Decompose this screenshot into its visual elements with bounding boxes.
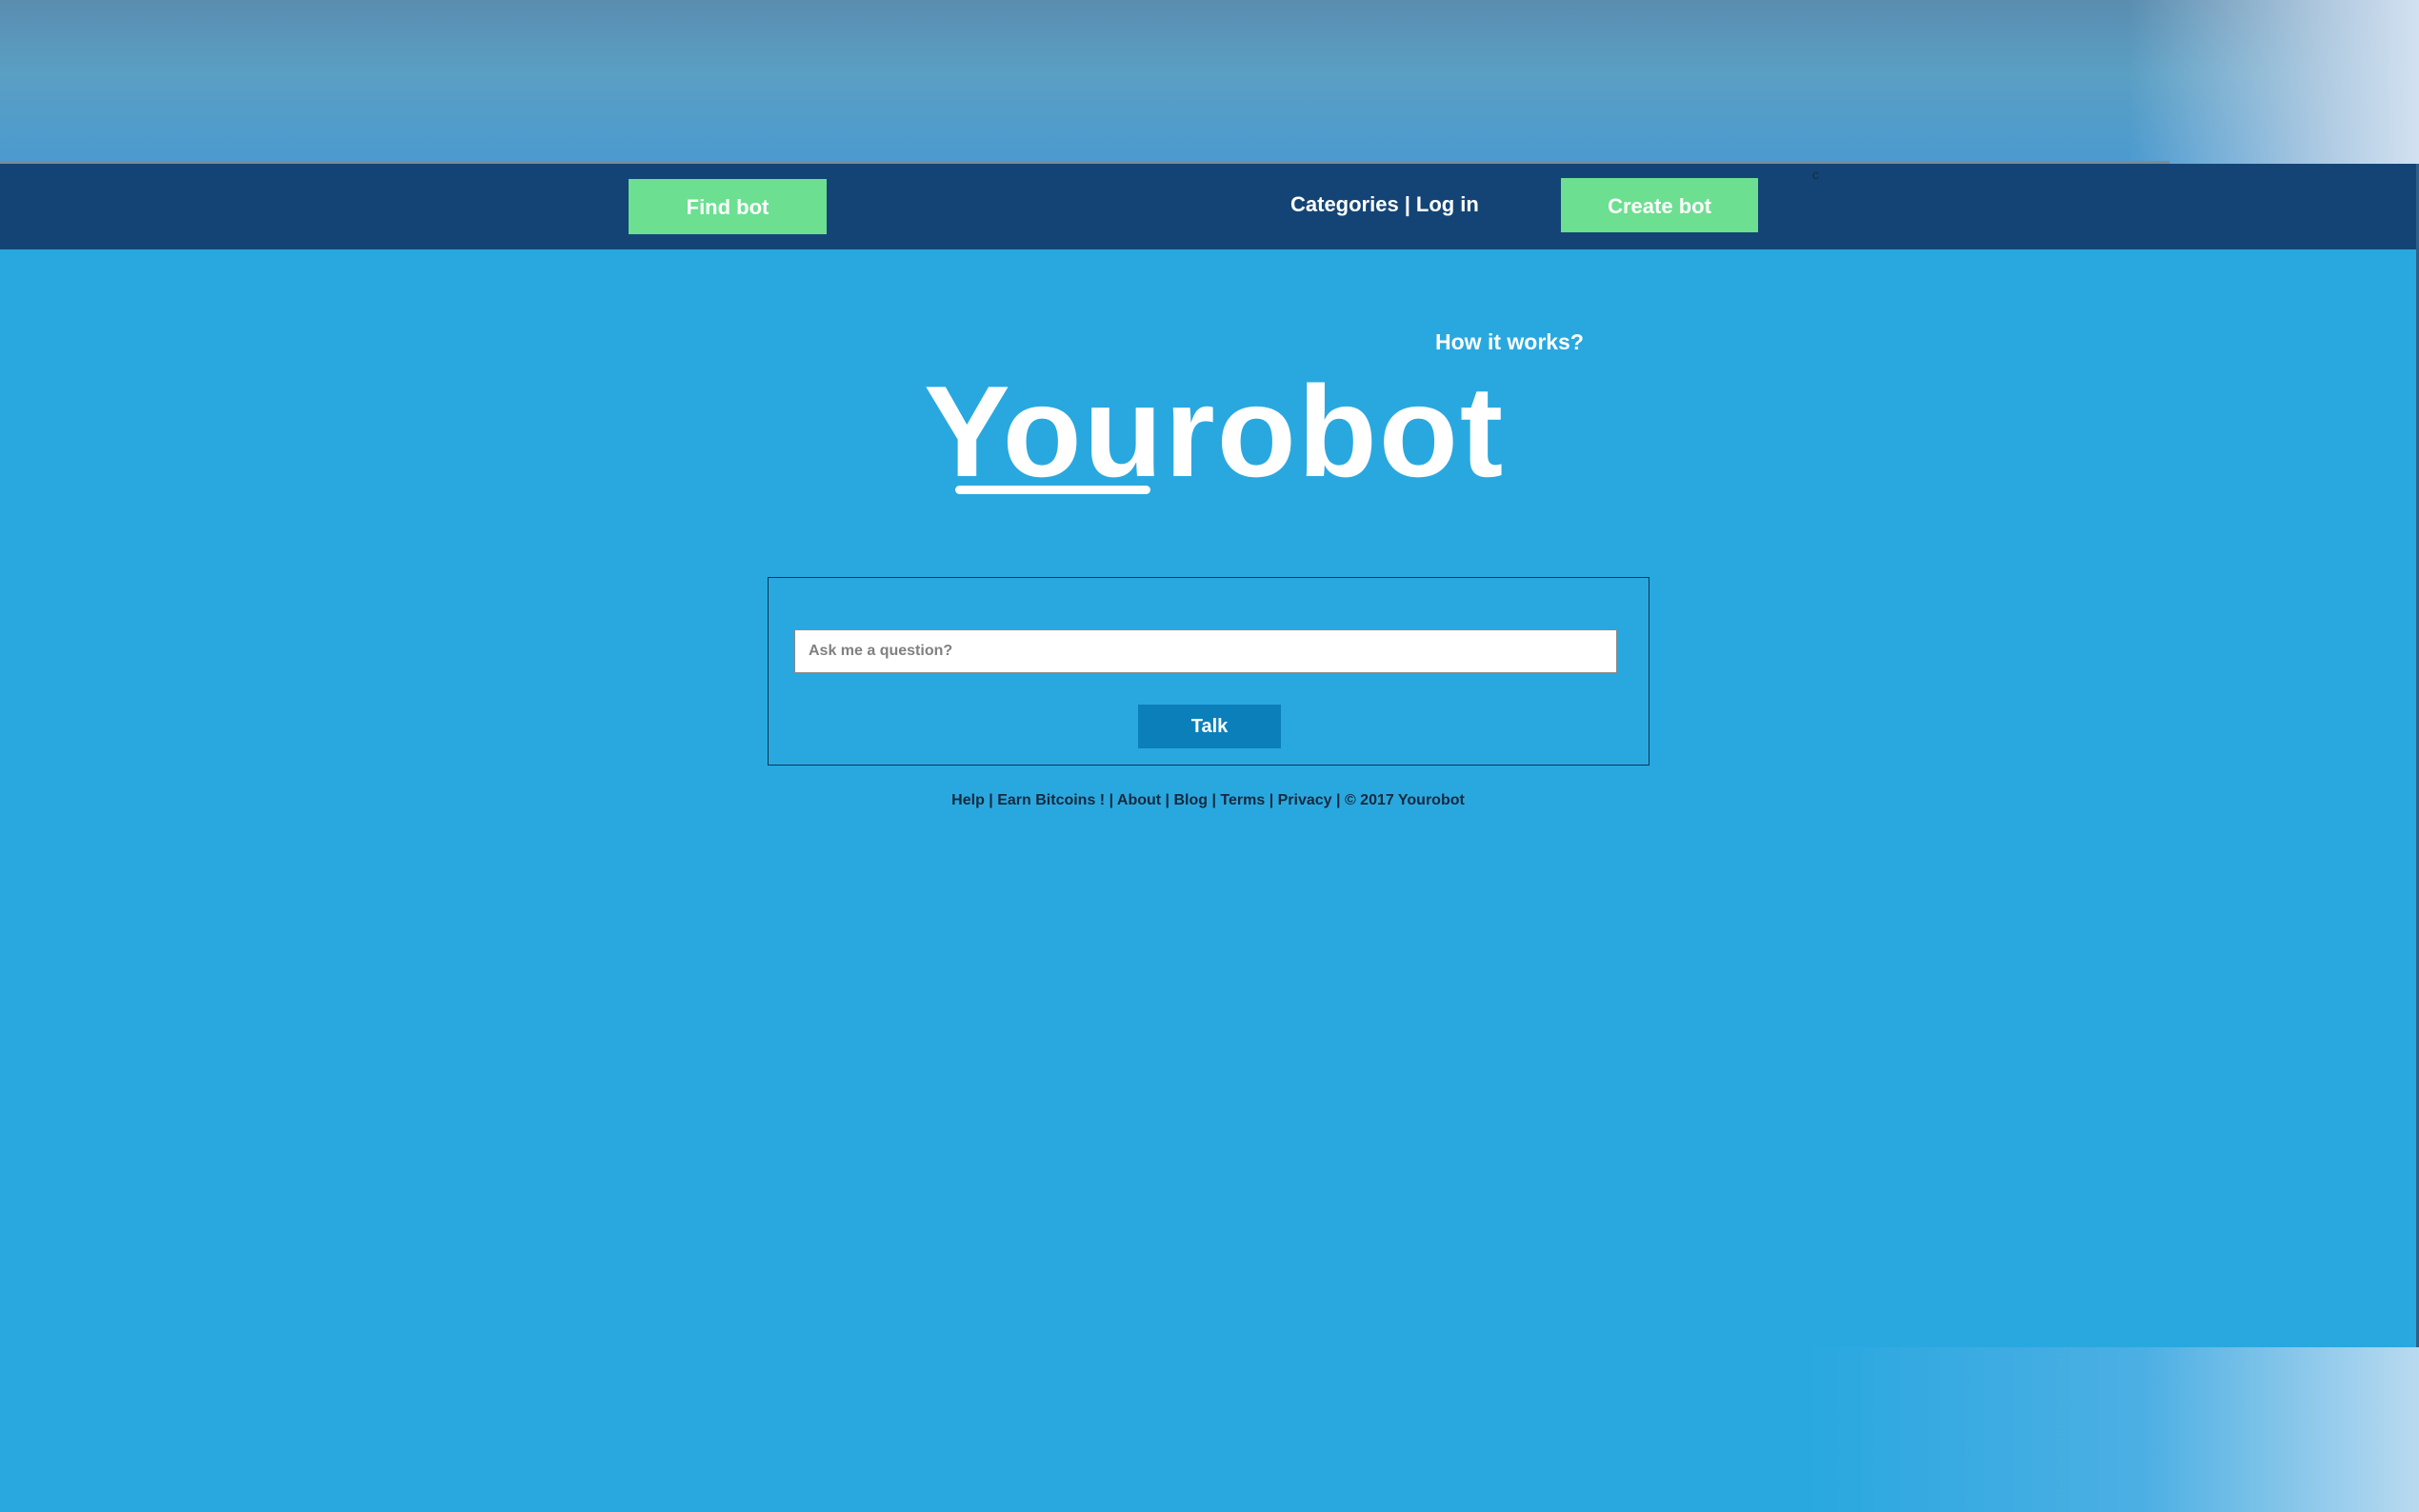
question-input[interactable]	[794, 629, 1617, 673]
footer-link-terms[interactable]: Terms	[1220, 792, 1265, 808]
footer-separator: |	[1265, 792, 1278, 808]
footer-separator: |	[984, 792, 998, 808]
footer-link-privacy[interactable]: Privacy	[1278, 792, 1332, 808]
footer-separator: |	[1105, 792, 1117, 808]
find-bot-button[interactable]: Find bot	[629, 179, 827, 234]
footer-separator: |	[1161, 792, 1174, 808]
footer-link-help[interactable]: Help	[951, 792, 985, 808]
logo-underline	[955, 486, 1150, 494]
how-it-works-link[interactable]: How it works?	[1435, 329, 1584, 355]
categories-link[interactable]: Categories	[1290, 192, 1399, 216]
top-banner	[0, 0, 2419, 164]
stray-character: c	[1812, 167, 1819, 182]
bottom-glow	[1809, 1347, 2419, 1512]
create-bot-button[interactable]: Create bot	[1561, 178, 1758, 232]
footer: Help | Earn Bitcoins ! | About | Blog | …	[0, 792, 2416, 809]
talk-button[interactable]: Talk	[1138, 705, 1281, 748]
nav-separator: |	[1404, 192, 1410, 216]
footer-link-earn-bitcoins[interactable]: Earn Bitcoins !	[997, 792, 1105, 808]
login-link[interactable]: Log in	[1416, 192, 1479, 216]
site-logo: Yourobot	[924, 359, 1506, 504]
footer-separator: |	[1208, 792, 1221, 808]
nav-links: Categories | Log in	[1290, 192, 1479, 217]
footer-separator: |	[1331, 792, 1345, 808]
navbar	[0, 164, 2416, 249]
footer-copyright: © 2017 Yourobot	[1344, 792, 1465, 808]
footer-link-about[interactable]: About	[1117, 792, 1161, 808]
footer-link-blog[interactable]: Blog	[1173, 792, 1208, 808]
